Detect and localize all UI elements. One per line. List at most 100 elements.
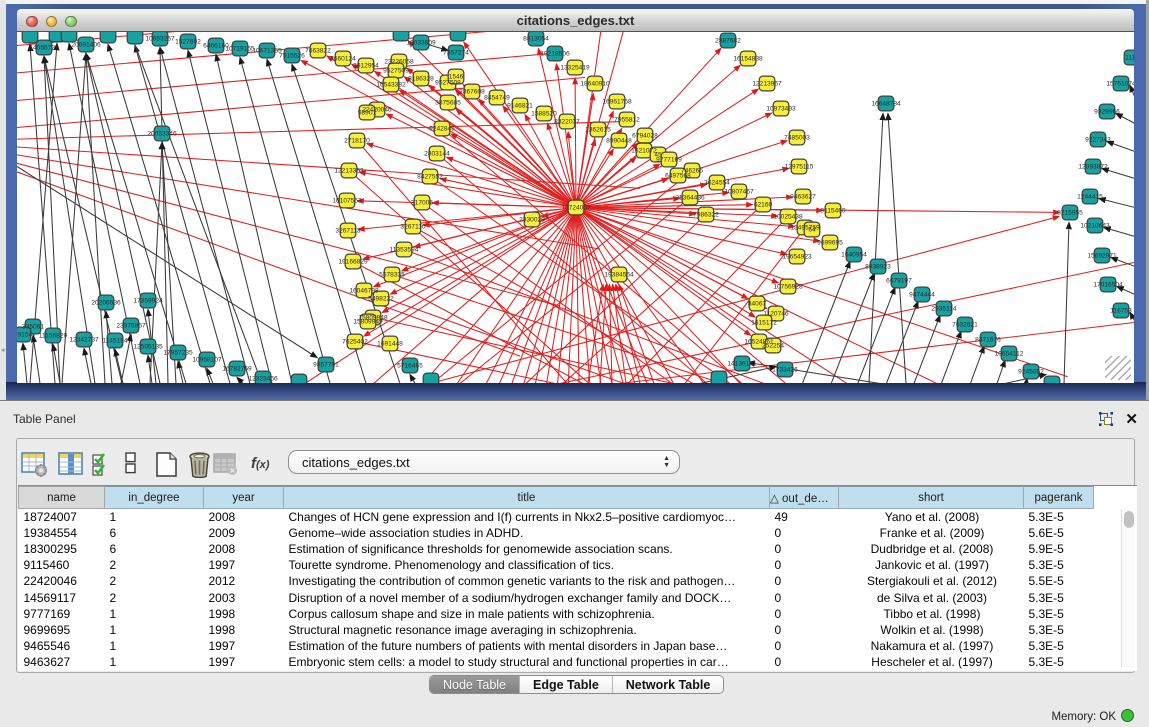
svg-text:8427552: 8427552 xyxy=(417,173,443,180)
svg-text:23975867: 23975867 xyxy=(116,322,146,329)
svg-text:16961758: 16961758 xyxy=(602,98,632,105)
svg-text:7663822: 7663822 xyxy=(305,47,331,54)
svg-text:20053346: 20053346 xyxy=(147,130,177,137)
svg-text:21364436: 21364436 xyxy=(675,194,705,201)
svg-text:62160: 62160 xyxy=(754,201,773,208)
svg-text:9527508: 9527508 xyxy=(435,79,461,86)
svg-text:16782759: 16782759 xyxy=(222,365,252,372)
svg-text:64: 64 xyxy=(808,226,816,233)
svg-text:39154: 39154 xyxy=(17,331,32,338)
svg-text:11353594: 11353594 xyxy=(390,246,419,253)
svg-text:3267110: 3267110 xyxy=(400,223,426,230)
svg-text:19218506: 19218506 xyxy=(540,50,570,57)
svg-text:1145194: 1145194 xyxy=(102,337,128,344)
svg-text:10756928: 10756928 xyxy=(773,283,803,290)
svg-text:19166829: 19166829 xyxy=(338,258,368,265)
svg-text:16033809: 16033809 xyxy=(406,39,436,46)
svg-text:9699695: 9699695 xyxy=(817,239,843,246)
svg-text:18640910: 18640910 xyxy=(580,80,610,87)
svg-text:1527602: 1527602 xyxy=(175,38,201,45)
svg-text:14136141: 14136141 xyxy=(727,360,757,367)
svg-text:5498222: 5498222 xyxy=(368,295,394,302)
svg-text:12342737: 12342737 xyxy=(69,336,99,343)
svg-text:6679197: 6679197 xyxy=(886,277,912,284)
svg-text:19654923: 19654923 xyxy=(782,253,812,260)
svg-text:3624554: 3624554 xyxy=(704,179,730,186)
svg-text:1691448: 1691448 xyxy=(377,340,403,347)
svg-text:84067: 84067 xyxy=(748,300,767,307)
svg-text:16543382: 16543382 xyxy=(376,81,406,88)
svg-text:7485003: 7485003 xyxy=(784,134,810,141)
svg-text:8471676: 8471676 xyxy=(975,336,1001,343)
svg-text:9474444: 9474444 xyxy=(909,291,935,298)
svg-text:9463627: 9463627 xyxy=(790,193,816,200)
svg-text:2935114: 2935114 xyxy=(931,305,957,312)
svg-text:10025438: 10025438 xyxy=(773,213,803,220)
svg-text:12505135: 12505135 xyxy=(133,343,163,350)
svg-text:98901: 98901 xyxy=(358,109,377,116)
svg-text:2330029: 2330029 xyxy=(519,216,545,223)
svg-text:7357274: 7357274 xyxy=(443,49,469,56)
svg-text:6497568: 6497568 xyxy=(665,172,691,179)
svg-text:12323466: 12323466 xyxy=(248,375,278,382)
svg-text:8990448: 8990448 xyxy=(606,137,632,144)
svg-text:16648784: 16648784 xyxy=(871,100,901,107)
svg-text:8813054: 8813054 xyxy=(523,35,549,42)
svg-text:10958107: 10958107 xyxy=(192,356,222,363)
svg-text:10653267: 10653267 xyxy=(145,35,175,42)
svg-text:7986322: 7986322 xyxy=(693,211,719,218)
svg-text:12213363: 12213363 xyxy=(334,167,364,174)
svg-text:3660124: 3660124 xyxy=(330,55,356,62)
svg-text:9242845: 9242845 xyxy=(429,125,455,132)
svg-text:9329966: 9329966 xyxy=(1094,108,1120,115)
svg-text:10654112: 10654112 xyxy=(995,350,1024,357)
svg-text:2718170: 2718170 xyxy=(344,137,370,144)
svg-text:7515526: 7515526 xyxy=(279,52,305,59)
svg-text:15809949: 15809949 xyxy=(353,318,383,325)
svg-text:1733426: 1733426 xyxy=(772,366,798,373)
svg-text:23226058: 23226058 xyxy=(384,58,414,65)
svg-text:17016504: 17016504 xyxy=(1093,281,1123,288)
svg-text:10671355: 10671355 xyxy=(252,47,282,54)
svg-text:116753: 116753 xyxy=(1110,307,1132,314)
svg-text:10807467: 10807467 xyxy=(724,188,754,195)
svg-text:9857791: 9857791 xyxy=(313,361,339,368)
svg-text:1640954: 1640954 xyxy=(841,251,867,258)
svg-text:12093872: 12093872 xyxy=(1078,163,1108,170)
svg-text:17359924: 17359924 xyxy=(133,297,163,304)
svg-text:10973493: 10973493 xyxy=(766,105,796,112)
svg-text:15751074: 15751074 xyxy=(1106,80,1134,87)
svg-text:1244415: 1244415 xyxy=(1077,193,1103,200)
svg-text:1546: 1546 xyxy=(449,73,464,80)
svg-text:9146821: 9146821 xyxy=(507,102,533,109)
svg-text:3912954: 3912954 xyxy=(353,62,379,69)
svg-text:2867608: 2867608 xyxy=(459,88,485,95)
svg-text:5578335: 5578335 xyxy=(379,271,405,278)
svg-text:13325419: 13325419 xyxy=(560,64,590,71)
svg-text:335061: 335061 xyxy=(22,323,44,330)
svg-text:2803144: 2803144 xyxy=(424,150,450,157)
svg-text:1120746: 1120746 xyxy=(763,310,789,317)
svg-text:1362615: 1362615 xyxy=(585,126,611,133)
svg-text:19384554: 19384554 xyxy=(604,271,634,278)
svg-text:15692971: 15692971 xyxy=(1087,252,1117,259)
svg-text:9245052: 9245052 xyxy=(1018,368,1044,375)
svg-text:16154838: 16154838 xyxy=(733,55,763,62)
svg-text:1621072: 1621072 xyxy=(631,147,657,154)
svg-text:1588520: 1588520 xyxy=(531,110,557,117)
svg-text:12213967: 12213967 xyxy=(752,80,782,87)
svg-text:11156829: 11156829 xyxy=(39,332,68,339)
svg-text:1615172: 1615172 xyxy=(751,319,777,326)
svg-text:10107553: 10107553 xyxy=(332,197,362,204)
svg-text:3875685: 3875685 xyxy=(435,99,461,106)
svg-text:9777169: 9777169 xyxy=(656,156,682,163)
svg-text:1117: 1117 xyxy=(1125,54,1134,61)
svg-text:252254: 252254 xyxy=(762,342,784,349)
svg-text:3267113: 3267113 xyxy=(335,227,361,234)
svg-text:9527509: 9527509 xyxy=(383,67,409,74)
svg-text:7625402: 7625402 xyxy=(342,338,368,345)
svg-text:14055721: 14055721 xyxy=(29,44,59,51)
svg-text:10719155: 10719155 xyxy=(225,45,255,52)
svg-text:17957235: 17957235 xyxy=(163,349,193,356)
svg-text:5716465: 5716465 xyxy=(397,362,423,369)
